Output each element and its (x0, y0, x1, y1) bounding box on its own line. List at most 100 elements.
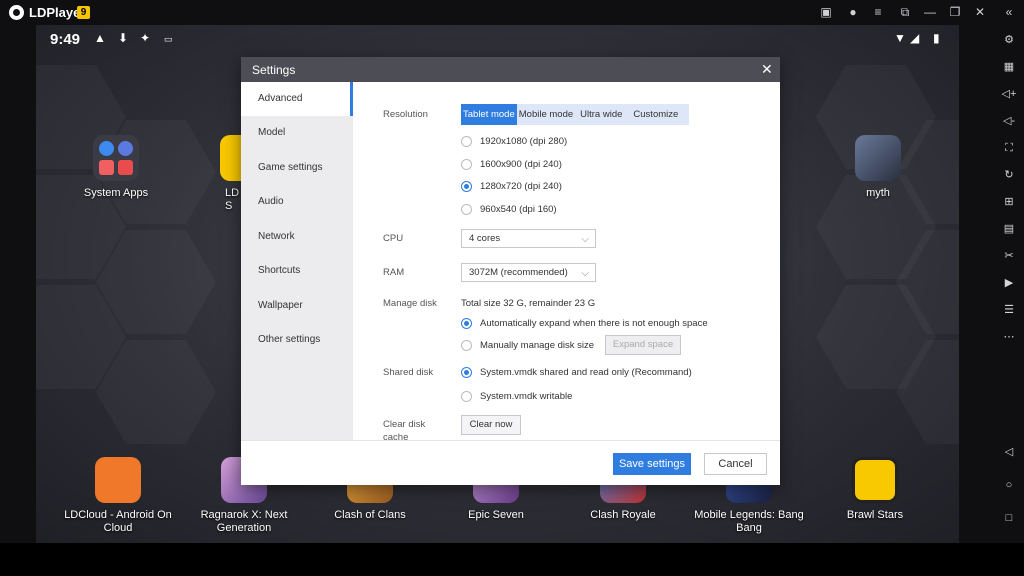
chevron-down-icon: ⌵ (581, 268, 589, 279)
window-titlebar: LDPlayer 9 ▣ ● ≡ ⧉ — ❐ ✕ « (0, 0, 1024, 25)
shared-readonly-label: System.vmdk shared and read only (Recomm… (480, 367, 692, 378)
sync-icon[interactable]: ☰ (1001, 302, 1017, 318)
account-icon[interactable]: ● (845, 4, 861, 20)
minimize-icon[interactable]: — (922, 4, 938, 20)
tab-customize[interactable]: Customize (627, 104, 689, 125)
ram-select[interactable]: 3072M (recommended) ⌵ (461, 263, 596, 282)
resolution-option-1920: 1920x1080 (dpi 280) (480, 136, 568, 147)
sidebar-item-shortcuts[interactable]: Shortcuts (241, 254, 353, 288)
disk-auto-expand-radio[interactable] (461, 318, 472, 329)
sidebar-item-network[interactable]: Network (241, 220, 353, 254)
left-frame (0, 25, 36, 543)
settings-sidebar: Advanced Model Game settings Audio Netwo… (241, 82, 353, 440)
shared-readonly-radio[interactable] (461, 367, 472, 378)
recents-icon[interactable]: □ (1001, 510, 1017, 526)
app-label: Epic Seven (468, 509, 524, 521)
close-icon[interactable]: ✕ (972, 4, 988, 20)
download-icon: ⬇ (118, 31, 129, 45)
more-icon[interactable]: ⋯ (1001, 329, 1017, 345)
collapse-sidebar-icon[interactable]: « (1001, 4, 1017, 20)
chevron-down-icon: ⌵ (581, 234, 589, 245)
right-frame (959, 25, 994, 543)
cancel-button[interactable]: Cancel (704, 453, 767, 475)
ldcloud-icon (95, 457, 141, 503)
tab-mobile-mode[interactable]: Mobile mode (517, 104, 575, 125)
restore-icon[interactable]: ❐ (947, 4, 963, 20)
disk-size-info: Total size 32 G, remainder 23 G (461, 298, 596, 309)
resolution-option-960: 960x540 (dpi 160) (480, 204, 557, 215)
ram-value: 3072M (recommended) (469, 267, 568, 278)
dialog-close-icon[interactable]: ✕ (761, 61, 773, 78)
tab-tablet-mode[interactable]: Tablet mode (461, 104, 517, 125)
sidebar-item-model[interactable]: Model (241, 116, 353, 150)
version-badge: 9 (77, 6, 90, 19)
cpu-select[interactable]: 4 cores ⌵ (461, 229, 596, 248)
resolution-mode-tabs: Tablet mode Mobile mode Ultra wide Custo… (461, 104, 690, 125)
sidebar-item-wallpaper[interactable]: Wallpaper (241, 289, 353, 323)
sidebar-item-advanced[interactable]: Advanced (241, 82, 353, 116)
app-brawl-stars[interactable]: Brawl Stars (815, 457, 935, 522)
resolution-radio-1600[interactable] (461, 159, 472, 170)
status-time: 9:49 (50, 31, 81, 48)
shared-writable-label: System.vmdk writable (480, 391, 573, 402)
back-icon[interactable]: ◁ (1001, 444, 1017, 460)
sidebar-item-audio[interactable]: Audio (241, 185, 353, 219)
ldplayer-logo-icon (9, 5, 24, 20)
sidebar-item-game-settings[interactable]: Game settings (241, 151, 353, 185)
app-label: LD S (225, 187, 240, 212)
home-icon[interactable]: ○ (1001, 477, 1017, 493)
dialog-header: Settings ✕ (241, 57, 780, 82)
app-system-apps[interactable]: System Apps (56, 135, 176, 200)
bottom-frame (0, 543, 1024, 576)
gamepad-icon[interactable]: ▣ (818, 4, 834, 20)
record-icon[interactable]: ▶ (1001, 275, 1017, 291)
brawl-stars-icon (852, 457, 898, 503)
screenshot-icon[interactable]: ⛶ (1001, 140, 1017, 156)
app-label: System Apps (83, 187, 149, 199)
notification-a-icon: ▲ (94, 31, 106, 45)
keyboard-icon: ▭ (164, 34, 173, 44)
app-label: Mobile Legends: Bang Bang (694, 509, 804, 534)
system-apps-icon (93, 135, 139, 181)
myth-icon (855, 135, 901, 181)
volume-up-icon[interactable]: ◁+ (1001, 86, 1017, 102)
dialog-title: Settings (252, 63, 296, 77)
resolution-radio-1920[interactable] (461, 136, 472, 147)
shared-disk-label: Shared disk (383, 367, 434, 378)
resolution-radio-1280[interactable] (461, 181, 472, 192)
disk-manual-radio[interactable] (461, 340, 472, 351)
multi-instance-icon[interactable]: ⧉ (897, 4, 913, 20)
keyboard-mapping-icon[interactable]: ▦ (1001, 59, 1017, 75)
app-ldcloud[interactable]: LDCloud - Android On Cloud (58, 457, 178, 535)
shared-writable-radio[interactable] (461, 391, 472, 402)
resolution-label: Resolution (383, 109, 428, 120)
scissors-icon[interactable]: ✂ (1001, 248, 1017, 264)
emulator-toolbar: ⚙ ▦ ◁+ ◁- ⛶ ↻ ⊞ ▤ ✂ ▶ ☰ ⋯ ◁ ○ □ (994, 25, 1024, 543)
cpu-value: 4 cores (469, 233, 501, 244)
battery-icon: ▮ (933, 31, 940, 45)
settings-dialog: Settings ✕ Advanced Model Game settings … (241, 57, 780, 485)
tab-ultra-wide[interactable]: Ultra wide (575, 104, 627, 125)
app-label: myth (866, 187, 890, 199)
ram-label: RAM (383, 267, 405, 278)
app-myth[interactable]: myth (818, 135, 938, 200)
wrench-icon: ✦ (140, 31, 151, 45)
apk-icon[interactable]: ▤ (1001, 221, 1017, 237)
app-label: Clash of Clans (334, 509, 406, 521)
app-ld-store[interactable]: LD S (176, 135, 266, 213)
settings-gear-icon[interactable]: ⚙ (1001, 32, 1017, 48)
disk-manual-label: Manually manage disk size (480, 340, 595, 351)
android-status-bar: 9:49 ▲ ⬇ ✦ ▭ ▼ ◢ ▮ (36, 25, 959, 53)
clear-now-button[interactable]: Clear now (461, 415, 521, 435)
rotate-icon[interactable]: ↻ (1001, 167, 1017, 183)
settings-content: Resolution Tablet mode Mobile mode Ultra… (353, 82, 780, 443)
disk-auto-expand-label: Automatically expand when there is not e… (480, 318, 708, 329)
menu-icon[interactable]: ≡ (870, 4, 886, 20)
save-settings-button[interactable]: Save settings (613, 453, 691, 475)
sidebar-item-other-settings[interactable]: Other settings (241, 323, 353, 357)
resolution-radio-960[interactable] (461, 204, 472, 215)
volume-down-icon[interactable]: ◁- (1001, 113, 1017, 129)
app-label: LDCloud - Android On Cloud (64, 509, 172, 534)
expand-space-button[interactable]: Expand space (605, 335, 681, 355)
install-icon[interactable]: ⊞ (1001, 194, 1017, 210)
